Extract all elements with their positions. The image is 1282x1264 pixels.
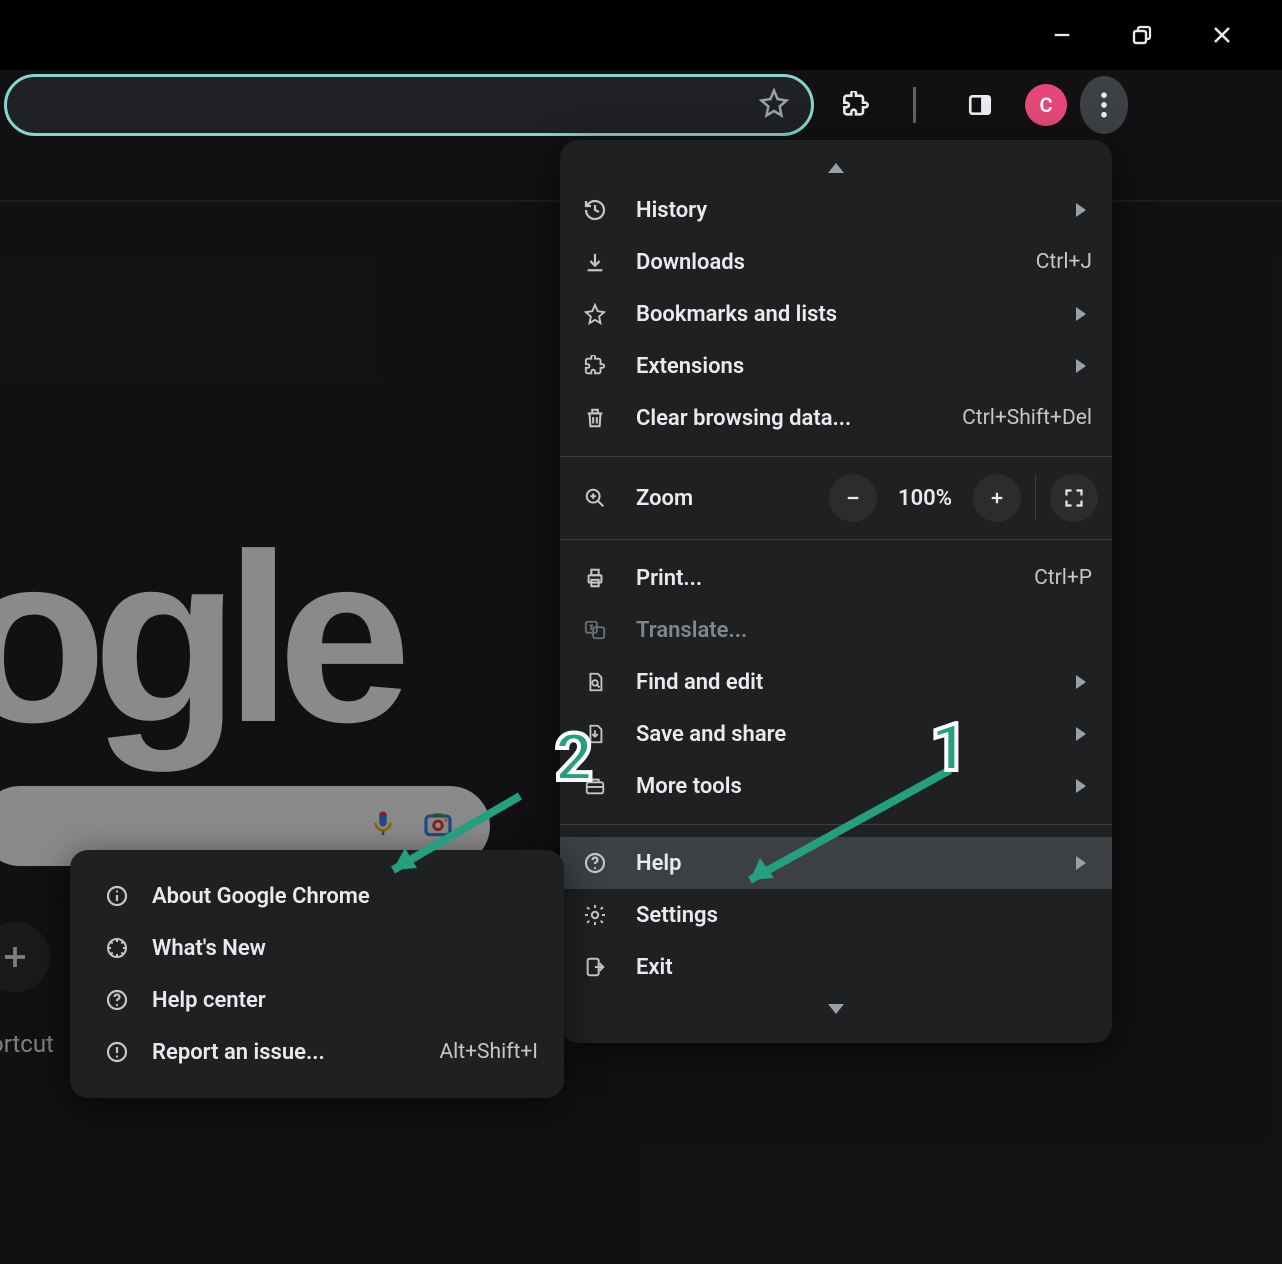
submenu-arrow-icon — [1076, 354, 1092, 379]
address-bar[interactable] — [4, 74, 814, 136]
submenu-report-issue[interactable]: Report an issue... Alt+Shift+I — [70, 1026, 564, 1078]
side-panel-icon[interactable] — [956, 81, 1004, 129]
submenu-whats-new[interactable]: What's New — [70, 922, 564, 974]
submenu-whats-new-label: What's New — [152, 936, 538, 961]
window-restore-button[interactable] — [1122, 15, 1162, 55]
print-icon — [582, 565, 608, 591]
history-icon — [582, 197, 608, 223]
menu-print-label: Print... — [636, 566, 1006, 591]
trash-icon — [582, 405, 608, 431]
info-icon — [104, 884, 130, 908]
submenu-arrow-icon — [1076, 722, 1092, 747]
menu-separator — [560, 539, 1112, 540]
exit-icon — [582, 954, 608, 980]
submenu-report-shortcut: Alt+Shift+I — [439, 1040, 538, 1064]
whats-new-icon — [104, 936, 130, 960]
zoom-in-icon — [582, 485, 608, 511]
submenu-help-center-label: Help center — [152, 988, 538, 1013]
profile-avatar[interactable]: C — [1022, 81, 1070, 129]
help-icon — [104, 988, 130, 1012]
zoom-separator — [1035, 476, 1036, 520]
extensions-icon[interactable] — [832, 81, 880, 129]
help-icon — [582, 850, 608, 876]
annotation-number-2: 2 — [555, 720, 593, 797]
menu-translate: Translate... — [560, 604, 1112, 656]
menu-separator — [560, 456, 1112, 457]
submenu-arrow-icon — [1076, 670, 1092, 695]
menu-history[interactable]: History — [560, 184, 1112, 236]
translate-icon — [582, 617, 608, 643]
menu-find-and-edit[interactable]: Find and edit — [560, 656, 1112, 708]
chrome-window: ogle ortcut — [0, 0, 1282, 1264]
menu-downloads-shortcut: Ctrl+J — [1036, 250, 1092, 274]
submenu-arrow-icon — [1076, 302, 1092, 327]
submenu-arrow-icon — [1076, 851, 1092, 876]
annotation-number-1: 1 — [930, 710, 968, 787]
zoom-in-button[interactable] — [973, 474, 1021, 522]
menu-bookmarks[interactable]: Bookmarks and lists — [560, 288, 1112, 340]
menu-translate-label: Translate... — [636, 618, 1092, 643]
window-titlebar — [0, 0, 1282, 70]
profile-initial: C — [1039, 93, 1052, 117]
menu-extensions[interactable]: Extensions — [560, 340, 1112, 392]
menu-zoom-label: Zoom — [636, 486, 693, 511]
menu-print[interactable]: Print... Ctrl+P — [560, 552, 1112, 604]
window-minimize-button[interactable] — [1042, 15, 1082, 55]
menu-exit-label: Exit — [636, 955, 1092, 980]
menu-save-and-share[interactable]: Save and share — [560, 708, 1112, 760]
menu-clear-data-shortcut: Ctrl+Shift+Del — [962, 406, 1092, 430]
menu-extensions-label: Extensions — [636, 354, 1048, 379]
download-icon — [582, 249, 608, 275]
browser-toolbar: C — [0, 70, 1282, 140]
menu-scroll-up[interactable] — [560, 152, 1112, 184]
menu-save-share-label: Save and share — [636, 722, 1048, 747]
submenu-arrow-icon — [1076, 198, 1092, 223]
toolbar-separator — [890, 81, 938, 129]
menu-bookmarks-label: Bookmarks and lists — [636, 302, 1048, 327]
menu-clear-data-label: Clear browsing data... — [636, 406, 934, 431]
menu-zoom-row: Zoom 100% — [560, 469, 1112, 527]
submenu-report-label: Report an issue... — [152, 1040, 417, 1065]
window-close-button[interactable] — [1202, 15, 1242, 55]
submenu-arrow-icon — [1076, 774, 1092, 799]
report-icon — [104, 1040, 130, 1064]
chrome-menu-button[interactable] — [1080, 81, 1128, 129]
menu-history-label: History — [636, 198, 1048, 223]
submenu-help-center[interactable]: Help center — [70, 974, 564, 1026]
gear-icon — [582, 902, 608, 928]
menu-print-shortcut: Ctrl+P — [1034, 566, 1092, 590]
extensions-icon — [582, 353, 608, 379]
find-in-page-icon — [582, 669, 608, 695]
menu-downloads-label: Downloads — [636, 250, 1008, 275]
star-icon — [582, 301, 608, 327]
menu-exit[interactable]: Exit — [560, 941, 1112, 993]
zoom-out-button[interactable] — [829, 474, 877, 522]
menu-scroll-down[interactable] — [560, 993, 1112, 1025]
menu-downloads[interactable]: Downloads Ctrl+J — [560, 236, 1112, 288]
fullscreen-button[interactable] — [1050, 474, 1098, 522]
menu-clear-browsing-data[interactable]: Clear browsing data... Ctrl+Shift+Del — [560, 392, 1112, 444]
zoom-value: 100% — [887, 486, 963, 511]
annotation-arrow-2 — [375, 790, 535, 890]
bookmark-star-icon[interactable] — [759, 88, 789, 122]
menu-find-label: Find and edit — [636, 670, 1048, 695]
